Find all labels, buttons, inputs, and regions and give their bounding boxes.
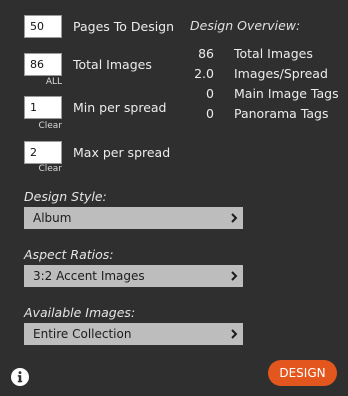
max-per-spread-input[interactable] — [24, 141, 62, 164]
overview-main-image-tags-label: Main Image Tags — [234, 86, 339, 101]
overview-images-per-spread-label: Images/Spread — [234, 66, 328, 81]
aspect-ratios-label: Aspect Ratios: — [24, 247, 114, 262]
pages-to-design-label: Pages To Design — [73, 19, 175, 34]
overview-total-images-value: 86 — [198, 46, 214, 61]
info-icon[interactable] — [11, 368, 29, 386]
design-style-label: Design Style: — [24, 189, 107, 204]
aspect-ratios-dropdown[interactable]: 3:2 Accent Images — [24, 265, 243, 287]
chevron-right-icon — [231, 329, 238, 339]
all-link[interactable]: ALL — [22, 77, 62, 87]
clear-max-link[interactable]: Clear — [22, 164, 62, 174]
chevron-right-icon — [231, 271, 238, 281]
overview-panorama-tags-label: Panorama Tags — [234, 106, 329, 121]
available-images-label: Available Images: — [24, 305, 136, 320]
design-overview-title: Design Overview: — [190, 18, 301, 33]
clear-min-link[interactable]: Clear — [22, 121, 62, 131]
design-button[interactable]: DESIGN — [268, 360, 337, 386]
design-style-dropdown[interactable]: Album — [24, 207, 243, 229]
max-per-spread-label: Max per spread — [73, 145, 171, 160]
pages-to-design-input[interactable] — [24, 15, 62, 38]
min-per-spread-input[interactable] — [24, 96, 62, 119]
total-images-label: Total Images — [73, 57, 152, 72]
min-per-spread-label: Min per spread — [73, 100, 167, 115]
overview-images-per-spread-value: 2.0 — [194, 66, 214, 81]
chevron-right-icon — [231, 213, 238, 223]
design-style-value: Album — [33, 211, 72, 225]
available-images-value: Entire Collection — [33, 327, 132, 341]
overview-panorama-tags-value: 0 — [206, 106, 214, 121]
overview-main-image-tags-value: 0 — [206, 86, 214, 101]
available-images-dropdown[interactable]: Entire Collection — [24, 323, 243, 345]
overview-total-images-label: Total Images — [234, 46, 313, 61]
total-images-input[interactable] — [24, 53, 62, 76]
aspect-ratios-value: 3:2 Accent Images — [33, 269, 145, 283]
